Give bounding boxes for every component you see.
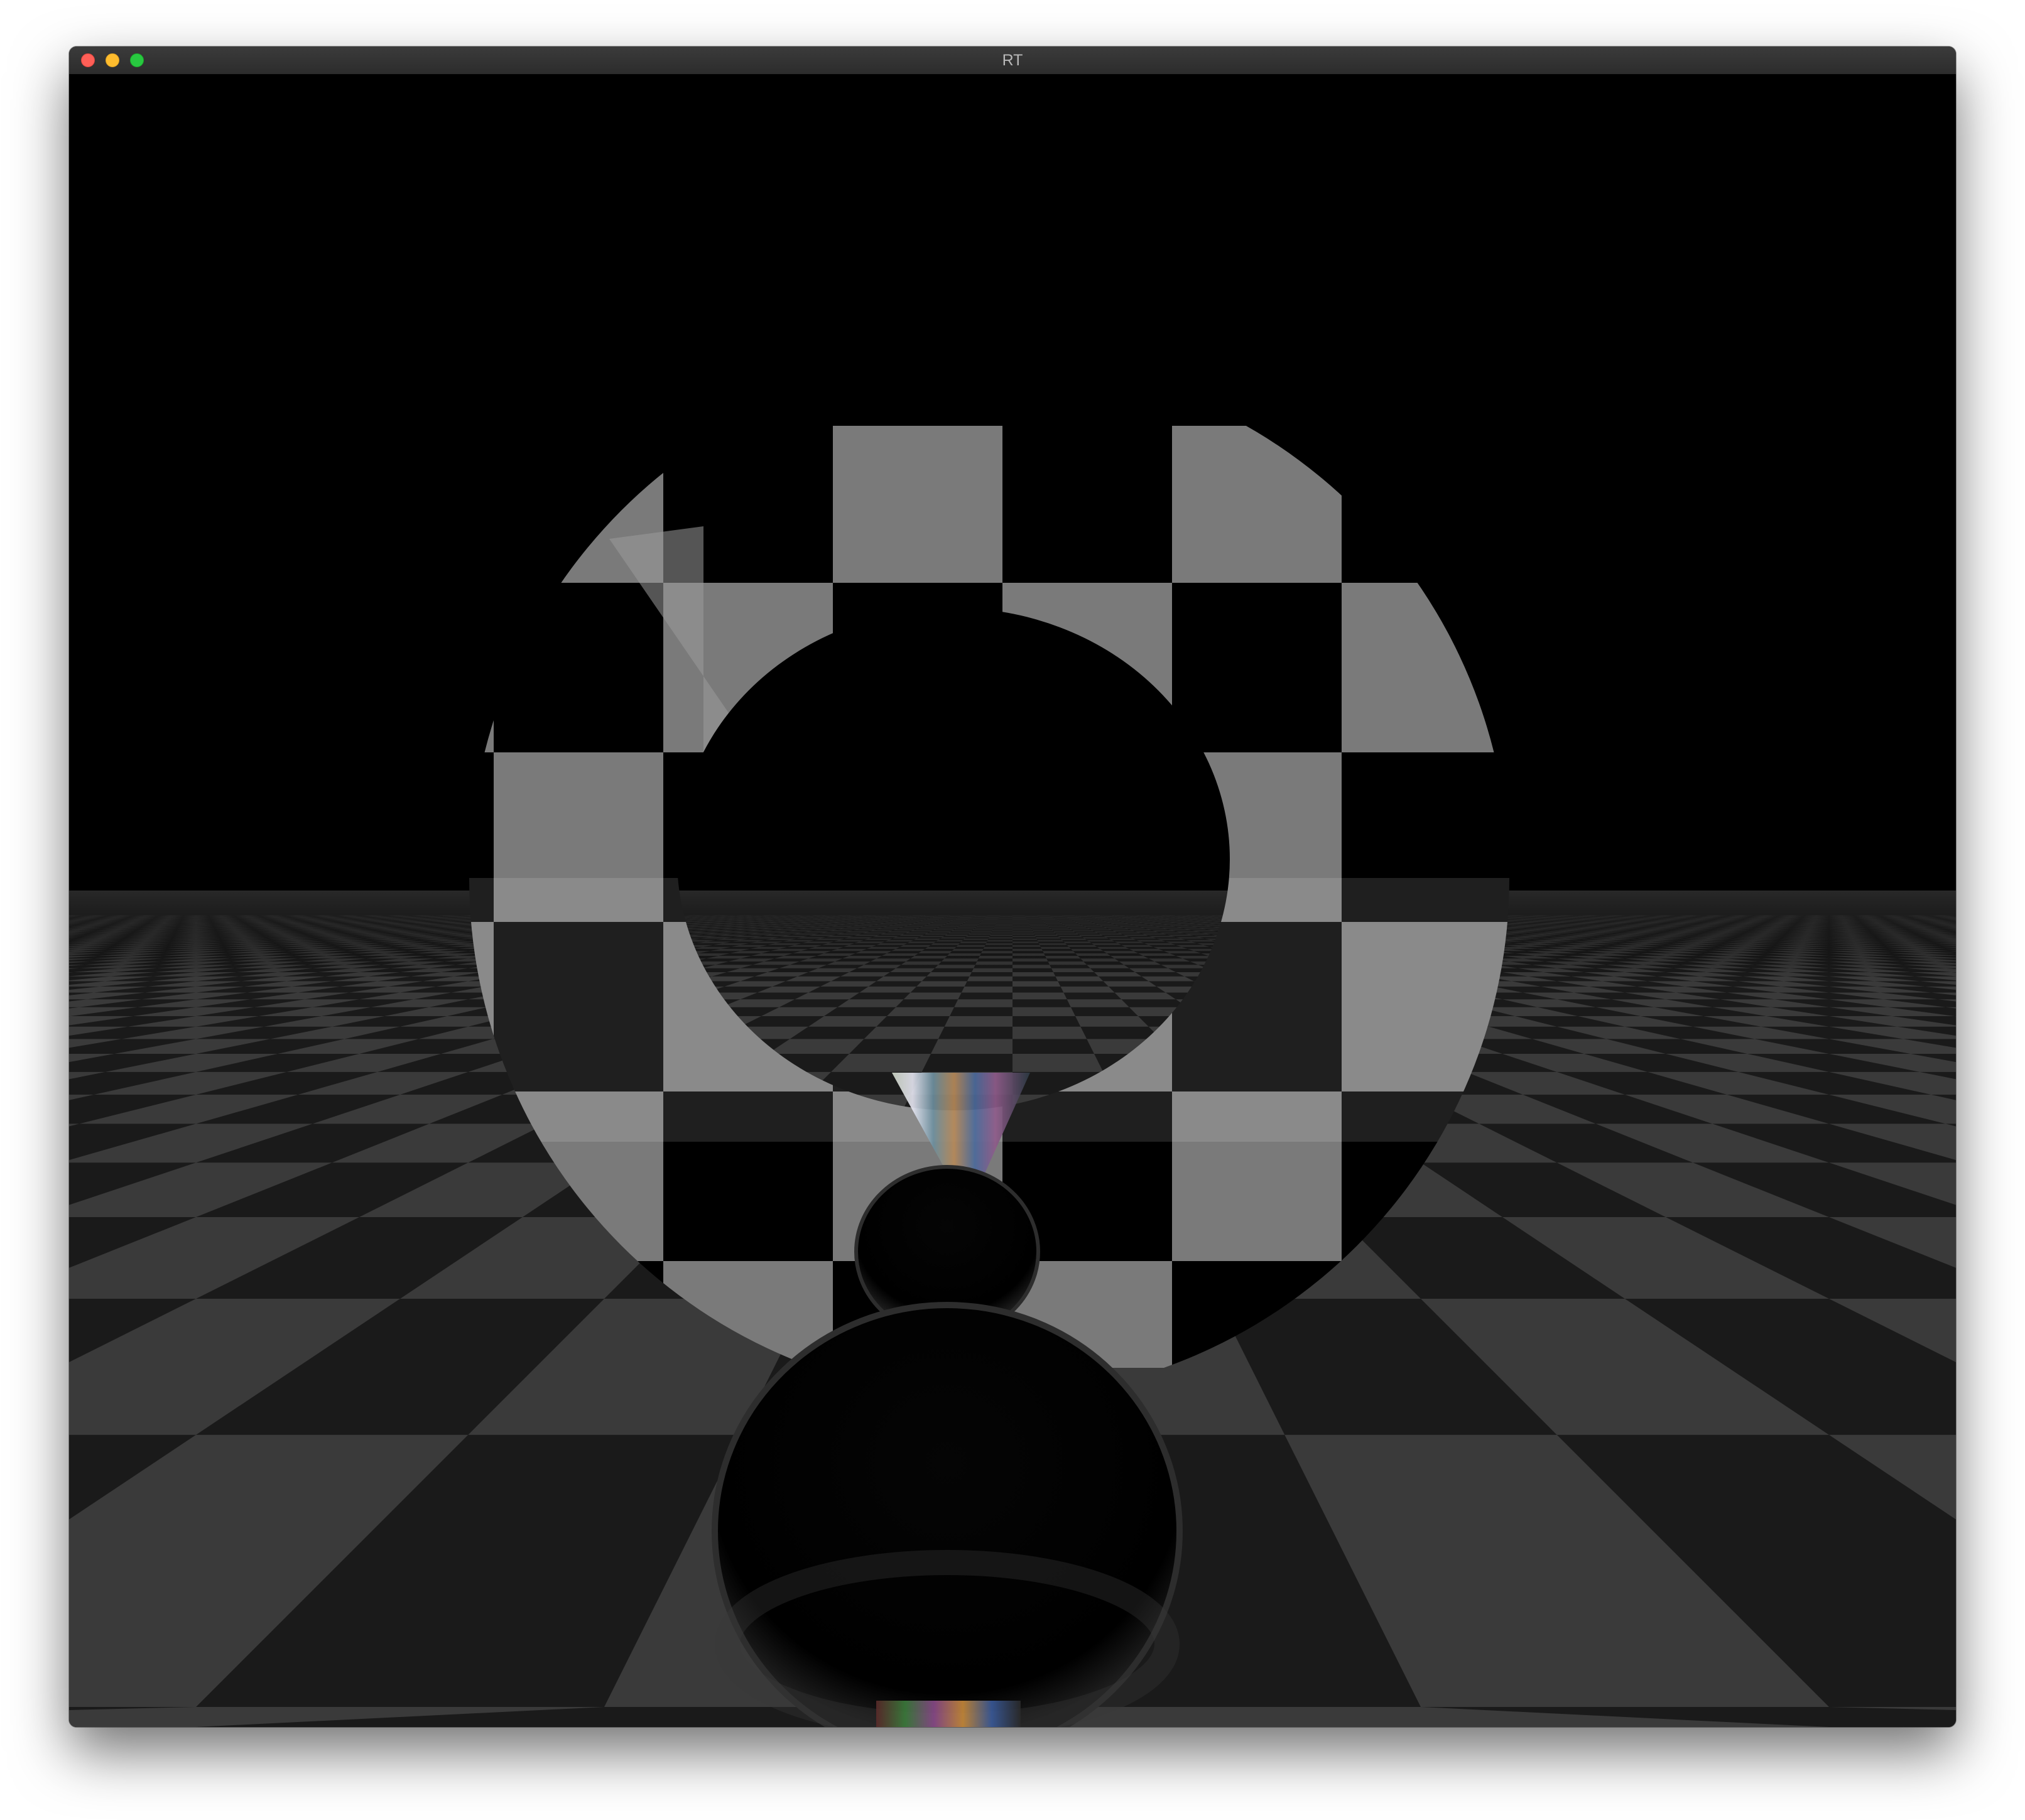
raytraced-scene [69,74,1956,1727]
large-sphere [712,1302,1183,1727]
title-bar[interactable]: RT [69,46,1956,75]
bottom-spectrum [876,1701,1021,1727]
window-title: RT [1002,51,1023,69]
app-window: RT [69,46,1956,1727]
render-viewport [69,74,1956,1727]
